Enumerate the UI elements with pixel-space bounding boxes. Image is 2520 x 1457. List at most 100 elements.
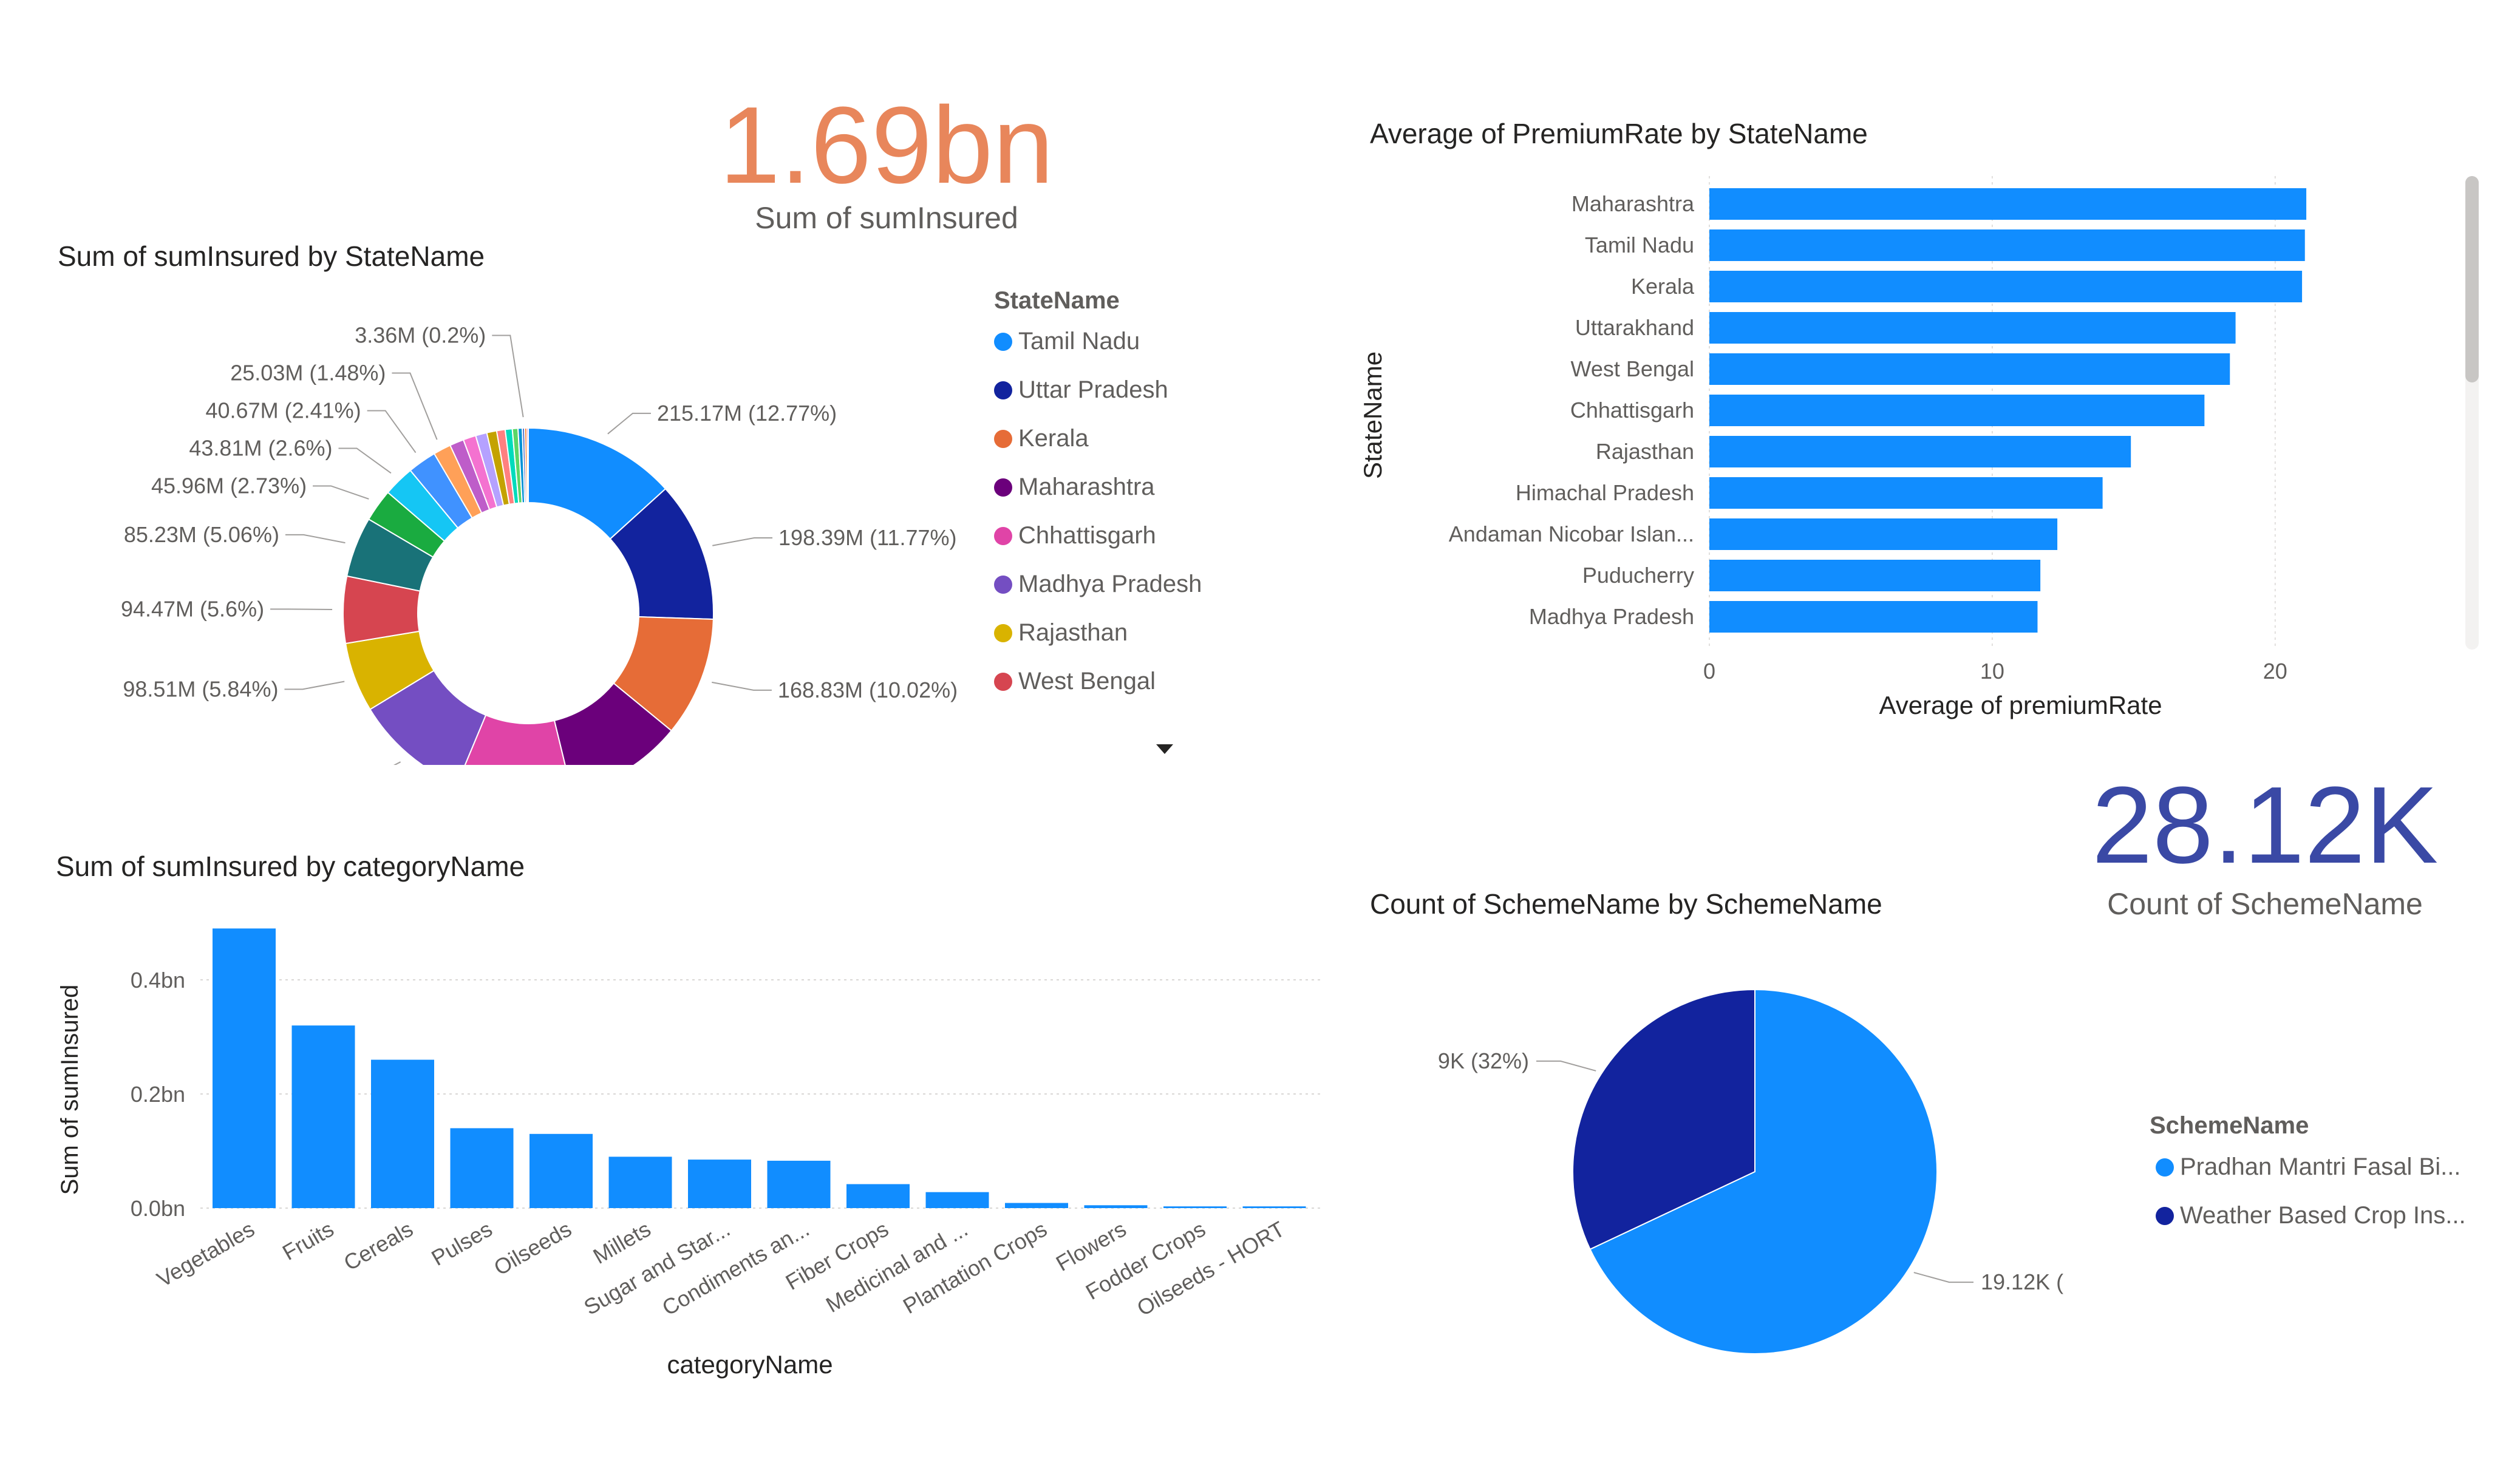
- donut-data-label: 43.81M (2.6%): [189, 435, 332, 460]
- column-x-axis-title: categoryName: [667, 1350, 833, 1379]
- premium-rate-bar[interactable]: [1709, 353, 2230, 385]
- legend-label: Chhattisgarh: [1018, 522, 1156, 549]
- donut-leader-line: [270, 608, 333, 611]
- category-column[interactable]: [213, 928, 276, 1208]
- bar-x-tick-label: 10: [1980, 659, 2004, 684]
- donut-legend-item[interactable]: Maharashtra: [994, 474, 1155, 501]
- scrollbar-thumb[interactable]: [2465, 176, 2479, 382]
- category-column-chart[interactable]: 0.0bn 0.2bn 0.4bn Vegetables Fruits Cereals Pu…: [36, 898, 1348, 1408]
- legend-label: Uttar Pradesh: [1018, 376, 1168, 403]
- premium-rate-bar[interactable]: [1709, 436, 2131, 467]
- bar-category-label: Kerala: [1631, 274, 1695, 299]
- donut-leader-line: [393, 761, 401, 765]
- column-category-label: Medicinal and ...: [822, 1216, 972, 1317]
- legend-label: Tamil Nadu: [1018, 328, 1140, 355]
- donut-leader-line: [712, 681, 772, 691]
- column-category-label: Vegetables: [152, 1216, 259, 1292]
- legend-label: West Bengal: [1018, 668, 1156, 695]
- pie-legend-item[interactable]: Pradhan Mantri Fasal Bi...: [2156, 1153, 2460, 1181]
- legend-label: Rajasthan: [1018, 619, 1128, 646]
- premium-rate-bar[interactable]: [1709, 601, 2038, 633]
- premium-rate-bar[interactable]: [1709, 518, 2058, 550]
- legend-marker: [994, 381, 1012, 399]
- pie-data-label: 19.12K (68%): [1981, 1269, 2065, 1294]
- kpi-sum-insured-label: Sum of sumInsured: [755, 201, 1018, 235]
- bar-category-label: Andaman Nicobar Islan...: [1449, 521, 1694, 546]
- bar-category-label: Maharashtra: [1572, 191, 1695, 216]
- bar-category-label: Puducherry: [1582, 563, 1694, 588]
- premium-rate-bar[interactable]: [1709, 271, 2303, 302]
- donut-leader-line: [313, 485, 369, 500]
- donut-data-label: 25.03M (1.48%): [230, 360, 386, 385]
- legend-label: Weather Based Crop Ins...: [2180, 1202, 2466, 1229]
- bar-category-label: Tamil Nadu: [1585, 233, 1694, 257]
- column-y-tick-label: 0.4bn: [131, 968, 185, 993]
- donut-leader-line: [492, 335, 524, 418]
- category-column[interactable]: [1163, 1206, 1227, 1208]
- premium-rate-bar[interactable]: [1709, 312, 2236, 344]
- donut-data-label: 215.17M (12.77%): [657, 401, 837, 426]
- donut-slice[interactable]: [526, 427, 529, 504]
- category-column[interactable]: [450, 1128, 514, 1208]
- premium-rate-bar[interactable]: [1709, 188, 2307, 220]
- legend-marker: [994, 526, 1012, 545]
- bar-chart-title: Average of PremiumRate by StateName: [1370, 118, 1868, 149]
- donut-legend-item[interactable]: Madhya Pradesh: [994, 571, 1202, 598]
- legend-marker: [994, 478, 1012, 497]
- legend-label: Pradhan Mantri Fasal Bi...: [2180, 1153, 2461, 1180]
- column-category-label: Oilseeds: [489, 1216, 576, 1280]
- donut-data-label: 40.67M (2.41%): [206, 398, 361, 423]
- column-y-axis-title: Sum of sumInsured: [56, 985, 83, 1195]
- legend-marker: [994, 429, 1012, 448]
- bar-x-axis-title: Average of premiumRate: [1879, 691, 2162, 719]
- donut-data-label: 198.39M (11.77%): [778, 525, 957, 550]
- donut-legend-item[interactable]: Uttar Pradesh: [994, 376, 1168, 404]
- donut-legend-title: StateName: [994, 287, 1120, 314]
- pie-chart-title: Count of SchemeName by SchemeName: [1370, 888, 1882, 920]
- pie-legend-item[interactable]: Weather Based Crop Ins...: [2156, 1202, 2466, 1229]
- category-column[interactable]: [846, 1184, 910, 1208]
- donut-data-label: 3.36M (0.2%): [355, 322, 486, 347]
- premium-rate-bar[interactable]: [1709, 477, 2103, 509]
- column-chart-title: Sum of sumInsured by categoryName: [56, 851, 525, 882]
- donut-leader-line: [367, 410, 417, 453]
- donut-data-label: 94.47M (5.6%): [121, 596, 264, 621]
- category-column[interactable]: [767, 1160, 831, 1208]
- category-column[interactable]: [1242, 1206, 1306, 1208]
- premium-rate-bar[interactable]: [1709, 229, 2305, 261]
- legend-marker: [994, 332, 1012, 351]
- bar-chart-scrollbar[interactable]: [2465, 176, 2479, 650]
- legend-marker: [994, 623, 1012, 642]
- donut-chart[interactable]: 215.17M (12.77%) 198.39M (11.77%) 168.83M …: [0, 279, 972, 765]
- category-column[interactable]: [371, 1059, 434, 1208]
- donut-legend-item[interactable]: Tamil Nadu: [994, 328, 1140, 355]
- category-column[interactable]: [530, 1133, 593, 1208]
- donut-legend-item[interactable]: Kerala: [994, 425, 1089, 452]
- scheme-pie-chart[interactable]: 19.12K (68%) 9K (32%): [1397, 947, 2065, 1384]
- category-column[interactable]: [688, 1160, 751, 1208]
- kpi-sum-insured-value: 1.69bn: [719, 84, 1054, 206]
- category-column[interactable]: [608, 1156, 672, 1208]
- legend-more-button[interactable]: [1154, 742, 1176, 756]
- column-category-label: Cereals: [339, 1216, 417, 1275]
- donut-legend-item[interactable]: West Bengal: [994, 668, 1156, 695]
- legend-label: Kerala: [1018, 425, 1089, 452]
- column-category-label: Pulses: [427, 1216, 496, 1271]
- triangle-down-icon: [1156, 744, 1173, 754]
- donut-legend-item[interactable]: Chhattisgarh: [994, 522, 1156, 549]
- premium-rate-bar[interactable]: [1709, 395, 2205, 426]
- column-category-label: Fruits: [278, 1216, 338, 1265]
- column-category-label: Plantation Crops: [899, 1216, 1051, 1319]
- premium-rate-bar[interactable]: [1709, 560, 2041, 591]
- legend-label: Madhya Pradesh: [1018, 571, 1202, 597]
- category-column[interactable]: [1084, 1205, 1148, 1208]
- donut-leader-line: [338, 447, 392, 474]
- premium-rate-bar-chart[interactable]: 0 10 20 Maharashtra Tamil Nadu Kerala Uttarakh…: [1348, 164, 2459, 741]
- column-y-tick-label: 0.0bn: [131, 1196, 185, 1221]
- category-column[interactable]: [291, 1025, 355, 1208]
- category-column[interactable]: [1005, 1203, 1068, 1208]
- pie-leader-line: [1536, 1060, 1596, 1072]
- category-column[interactable]: [925, 1192, 989, 1208]
- donut-legend-item[interactable]: Rajasthan: [994, 619, 1128, 647]
- column-y-tick-label: 0.2bn: [131, 1082, 185, 1107]
